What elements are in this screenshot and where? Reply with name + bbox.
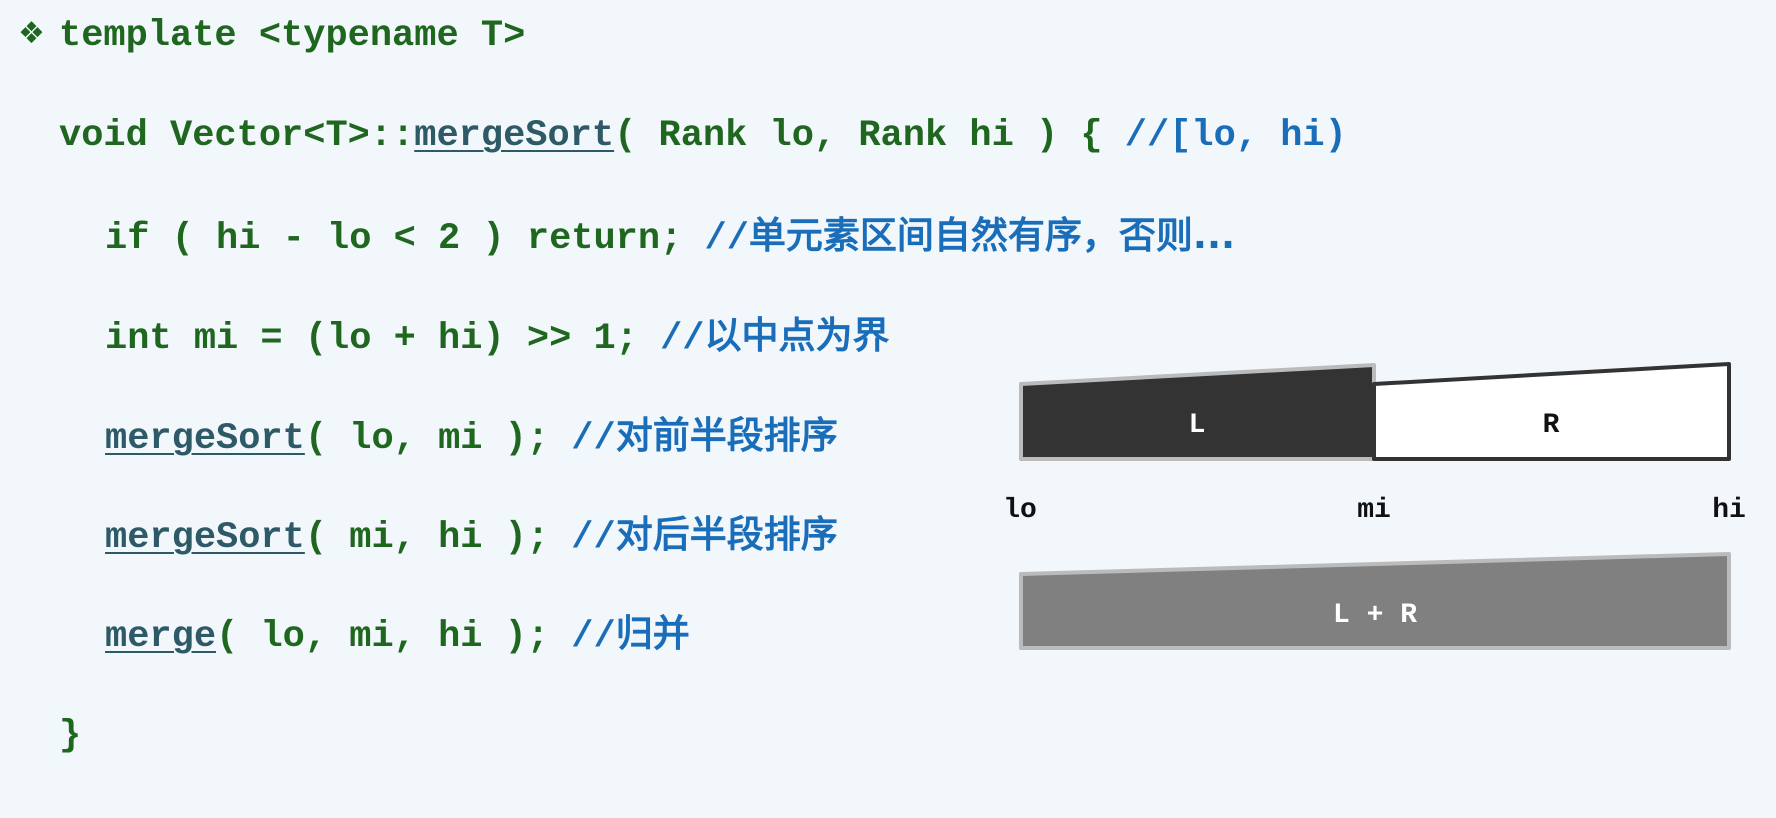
merge-sort-diagram: L R lo mi hi L + R — [1003, 362, 1746, 650]
left-half-label: L — [1189, 410, 1206, 441]
mi-marker-label: mi — [1357, 495, 1391, 526]
lo-marker-label: lo — [1003, 495, 1037, 526]
hi-marker-label: hi — [1712, 495, 1746, 526]
merged-label: L + R — [1333, 600, 1417, 631]
right-half-label: R — [1543, 410, 1560, 441]
